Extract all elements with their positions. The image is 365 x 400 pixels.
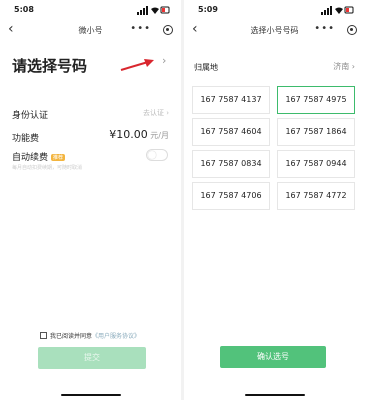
close-miniprogram-icon[interactable] bbox=[163, 25, 173, 35]
red-arrow-icon bbox=[120, 59, 154, 71]
number-option[interactable]: 167 7587 0944 bbox=[277, 150, 355, 178]
fee-row: 功能费 ¥10.00 元/月 bbox=[12, 128, 169, 144]
status-time: 5:08 bbox=[14, 5, 34, 14]
signal-wifi-battery-icon bbox=[321, 6, 354, 15]
more-icon[interactable]: ••• bbox=[314, 23, 335, 34]
signal-wifi-battery-icon bbox=[137, 6, 170, 15]
identity-row[interactable]: 身份认证 去认证 › bbox=[12, 108, 169, 121]
number-option[interactable]: 167 7587 4604 bbox=[192, 118, 270, 146]
identity-label: 身份认证 bbox=[12, 111, 49, 121]
auto-renew-note: 每月自动扣费续期，可随时取消 bbox=[12, 165, 83, 171]
agree-checkbox[interactable] bbox=[40, 332, 47, 339]
region-row[interactable]: 归属地 济南 › bbox=[194, 62, 355, 73]
status-time: 5:09 bbox=[198, 5, 218, 14]
agreement-row[interactable]: 我已阅读并同意《用户服务协议》 bbox=[40, 331, 140, 340]
home-indicator bbox=[60, 394, 121, 396]
left-screen: 5:08 ‹ 微小号 ••• 请选择号码 › 身份认证 去认证 › 功能费 ¥1… bbox=[0, 0, 181, 400]
number-option[interactable]: 167 7587 0834 bbox=[192, 150, 270, 178]
right-screen: 5:09 ‹ 选择小号号码 ••• 归属地 济南 › 167 7587 4137… bbox=[184, 0, 365, 400]
region-value[interactable]: 济南 › bbox=[333, 61, 355, 72]
more-icon[interactable]: ••• bbox=[130, 23, 151, 34]
number-option[interactable]: 167 7587 4706 bbox=[192, 182, 270, 210]
identity-value[interactable]: 去认证 › bbox=[143, 108, 169, 118]
confirm-number-button[interactable]: 确认选号 bbox=[220, 346, 326, 368]
region-label: 归属地 bbox=[194, 63, 218, 72]
agreement-link[interactable]: 《用户服务协议》 bbox=[92, 333, 140, 340]
fee-price: ¥10.00 元/月 bbox=[109, 128, 169, 141]
page-title: 微小号 bbox=[78, 26, 103, 35]
status-bar: 5:09 bbox=[194, 5, 355, 17]
page-title: 选择小号号码 bbox=[250, 26, 299, 35]
home-indicator bbox=[244, 394, 305, 396]
fee-amount: ¥10.00 bbox=[109, 128, 148, 141]
status-bar: 5:08 bbox=[10, 5, 171, 17]
fee-label: 功能费 bbox=[12, 134, 40, 144]
choose-number-heading[interactable]: 请选择号码 bbox=[12, 55, 87, 76]
number-option[interactable]: 167 7587 1864 bbox=[277, 118, 355, 146]
submit-button[interactable]: 提交 bbox=[38, 347, 146, 369]
nav-bar: ‹ 选择小号号码 ••• bbox=[184, 21, 365, 40]
fee-unit: 元/月 bbox=[147, 131, 169, 140]
number-option[interactable]: 167 7587 4137 bbox=[192, 86, 270, 114]
agree-text: 我已阅读并同意 bbox=[50, 333, 93, 340]
number-option[interactable]: 167 7587 4975 bbox=[277, 86, 355, 114]
close-miniprogram-icon[interactable] bbox=[347, 25, 357, 35]
recommend-badge: 推荐 bbox=[51, 154, 66, 161]
number-option[interactable]: 167 7587 4772 bbox=[277, 182, 355, 210]
nav-bar: ‹ 微小号 ••• bbox=[0, 21, 181, 40]
chevron-right-icon[interactable]: › bbox=[162, 54, 166, 67]
auto-renew-toggle[interactable] bbox=[146, 149, 168, 161]
auto-renew-label: 自动续费 bbox=[12, 153, 49, 163]
